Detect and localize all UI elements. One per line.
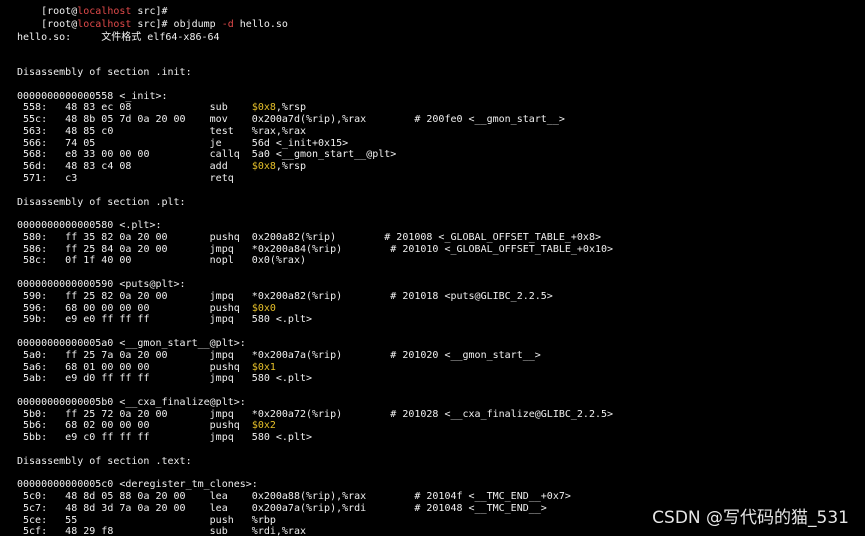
disassembly-line: 5bb: e9 c0 ff ff ff jmpq 580 <.plt> xyxy=(17,432,312,444)
line-text: 5b0: ff 25 72 0a 20 00 jmpq *0x200a72(%r… xyxy=(17,408,614,420)
line-text: ,%rsp xyxy=(275,161,307,173)
line-text: 55c: 48 8b 05 7d 0a 20 00 mov 0x200a7d(%… xyxy=(17,114,565,126)
disassembly-line: 5c0: 48 8d 05 88 0a 20 00 lea 0x200a88(%… xyxy=(17,491,571,503)
immediate-value: $0x0 xyxy=(251,302,276,314)
disassembly-line: 59b: e9 e0 ff ff ff jmpq 580 <.plt> xyxy=(17,314,312,326)
terminal-window[interactable]: [root@localhost src]# [root@localhost sr… xyxy=(0,0,865,536)
line-text: 586: ff 25 84 0a 20 00 jmpq *0x200a84(%r… xyxy=(17,243,614,255)
csdn-watermark: CSDN @写代码的猫_531 xyxy=(652,508,849,528)
command-flag: -d xyxy=(221,19,234,30)
disassembly-line: 563: 48 85 c0 test %rax,%rax xyxy=(17,126,306,138)
disassembly-line: 571: c3 retq xyxy=(17,173,252,185)
line-text: 56d: 48 83 c4 08 add xyxy=(17,161,252,173)
disassembly-line: 580: ff 35 82 0a 20 00 pushq 0x200a82(%r… xyxy=(17,232,601,244)
disassembly-line: 586: ff 25 84 0a 20 00 jmpq *0x200a84(%r… xyxy=(17,244,613,256)
prompt-previous-line: [root@localhost src]# xyxy=(17,0,167,17)
command-argument: hello.so xyxy=(233,19,288,30)
line-text: 566: 74 05 je 56d <_init+0x15> xyxy=(17,137,349,149)
disassembly-line: 596: 68 00 00 00 00 pushq $0x0 xyxy=(17,303,276,315)
line-text: 5c0: 48 8d 05 88 0a 20 00 lea 0x200a88(%… xyxy=(17,491,571,503)
line-text: 0000000000000580 <.plt>: xyxy=(17,220,162,232)
disassembly-line: 566: 74 05 je 56d <_init+0x15> xyxy=(17,138,348,150)
prompt-command: src]# objdump xyxy=(131,19,222,30)
line-text: 580: ff 35 82 0a 20 00 pushq 0x200a82(%r… xyxy=(17,231,601,243)
line-text: 00000000000005c0 <deregister_tm_clones>: xyxy=(17,479,258,491)
line-text: 571: c3 retq xyxy=(17,173,252,185)
disassembly-line: 0000000000000580 <.plt>: xyxy=(17,220,162,232)
line-text: 59b: e9 e0 ff ff ff jmpq 580 <.plt> xyxy=(17,314,313,326)
line-text: Disassembly of section .init: xyxy=(17,67,192,78)
line-text: 5ce: 55 push %rbp xyxy=(17,514,276,526)
line-text: 5c7: 48 8d 3d 7a 0a 20 00 lea 0x200a7a(%… xyxy=(17,502,547,514)
disassembly-line: Disassembly of section .plt: xyxy=(17,197,186,209)
disassembly-line: 56d: 48 83 c4 08 add $0x8,%rsp xyxy=(17,161,306,173)
line-text: 558: 48 83 ec 08 sub xyxy=(17,102,252,114)
disassembly-line: 5c7: 48 8d 3d 7a 0a 20 00 lea 0x200a7a(%… xyxy=(17,503,547,515)
line-text: 5b6: 68 02 00 00 00 pushq xyxy=(17,420,252,432)
immediate-value: $0x1 xyxy=(251,361,276,373)
prompt-host: localhost xyxy=(77,19,132,30)
disassembly-line: 0000000000000558 <_init>: xyxy=(17,91,168,103)
line-text: 563: 48 85 c0 test %rax,%rax xyxy=(17,125,306,137)
disassembly-line: 5a6: 68 01 00 00 00 pushq $0x1 xyxy=(17,362,276,374)
disassembly-line: 5b0: ff 25 72 0a 20 00 jmpq *0x200a72(%r… xyxy=(17,409,613,421)
disassembly-line: 5ce: 55 push %rbp xyxy=(17,515,276,527)
immediate-value: $0x8 xyxy=(251,102,276,114)
line-text: 0000000000000590 <puts@plt>: xyxy=(17,279,186,291)
disassembly-line: Disassembly of section .text: xyxy=(17,456,192,468)
disassembly-line: 558: 48 83 ec 08 sub $0x8,%rsp xyxy=(17,102,306,114)
line-text: Disassembly of section .plt: xyxy=(17,196,186,208)
line-text: 568: e8 33 00 00 00 callq 5a0 <__gmon_st… xyxy=(17,149,397,161)
line-text: 590: ff 25 82 0a 20 00 jmpq *0x200a82(%r… xyxy=(17,290,553,302)
line-text: 00000000000005a0 <__gmon_start__@plt>: xyxy=(17,337,246,349)
line-text: 5a6: 68 01 00 00 00 pushq xyxy=(17,361,252,373)
disassembly-line: 00000000000005a0 <__gmon_start__@plt>: xyxy=(17,338,246,350)
prompt-command-line: [root@localhost src]# objdump -d hello.s… xyxy=(17,7,288,30)
disassembly-line: 5b6: 68 02 00 00 00 pushq $0x2 xyxy=(17,420,276,432)
line-text: Disassembly of section .text: xyxy=(17,455,192,467)
line-text: 0000000000000558 <_init>: xyxy=(17,90,168,102)
disassembly-line: 5a0: ff 25 7a 0a 20 00 jmpq *0x200a7a(%r… xyxy=(17,350,541,362)
line-text: 5bb: e9 c0 ff ff ff jmpq 580 <.plt> xyxy=(17,432,313,444)
file-format-line: hello.so: 文件格式 elf64-x86-64 xyxy=(17,32,220,43)
disassembly-line: 0000000000000590 <puts@plt>: xyxy=(17,279,186,291)
immediate-value: $0x2 xyxy=(251,420,276,432)
immediate-value: $0x8 xyxy=(251,161,276,173)
disassembly-line: 00000000000005c0 <deregister_tm_clones>: xyxy=(17,479,258,491)
prompt-user: [root@ xyxy=(41,19,78,30)
line-text: 00000000000005b0 <__cxa_finalize@plt>: xyxy=(17,396,246,408)
disassembly-line: 55c: 48 8b 05 7d 0a 20 00 mov 0x200a7d(%… xyxy=(17,114,565,126)
disassembly-line: 00000000000005b0 <__cxa_finalize@plt>: xyxy=(17,397,246,409)
line-text: 5ab: e9 d0 ff ff ff jmpq 580 <.plt> xyxy=(17,373,313,385)
disassembly-line: 590: ff 25 82 0a 20 00 jmpq *0x200a82(%r… xyxy=(17,291,553,303)
line-text: 596: 68 00 00 00 00 pushq xyxy=(17,302,252,314)
line-text: 5a0: ff 25 7a 0a 20 00 jmpq *0x200a7a(%r… xyxy=(17,349,541,361)
disassembly-line: 5cf: 48 29 f8 sub %rdi,%rax xyxy=(17,526,306,536)
disassembly-line: 568: e8 33 00 00 00 callq 5a0 <__gmon_st… xyxy=(17,149,396,161)
line-text: 58c: 0f 1f 40 00 nopl 0x0(%rax) xyxy=(17,255,306,267)
disassembly-line: 5ab: e9 d0 ff ff ff jmpq 580 <.plt> xyxy=(17,373,312,385)
line-text: 5cf: 48 29 f8 sub %rdi,%rax xyxy=(17,526,306,536)
disassembly-line: 58c: 0f 1f 40 00 nopl 0x0(%rax) xyxy=(17,255,306,267)
line-text: ,%rsp xyxy=(275,102,307,114)
disassembly-line: Disassembly of section .init: xyxy=(17,67,192,79)
